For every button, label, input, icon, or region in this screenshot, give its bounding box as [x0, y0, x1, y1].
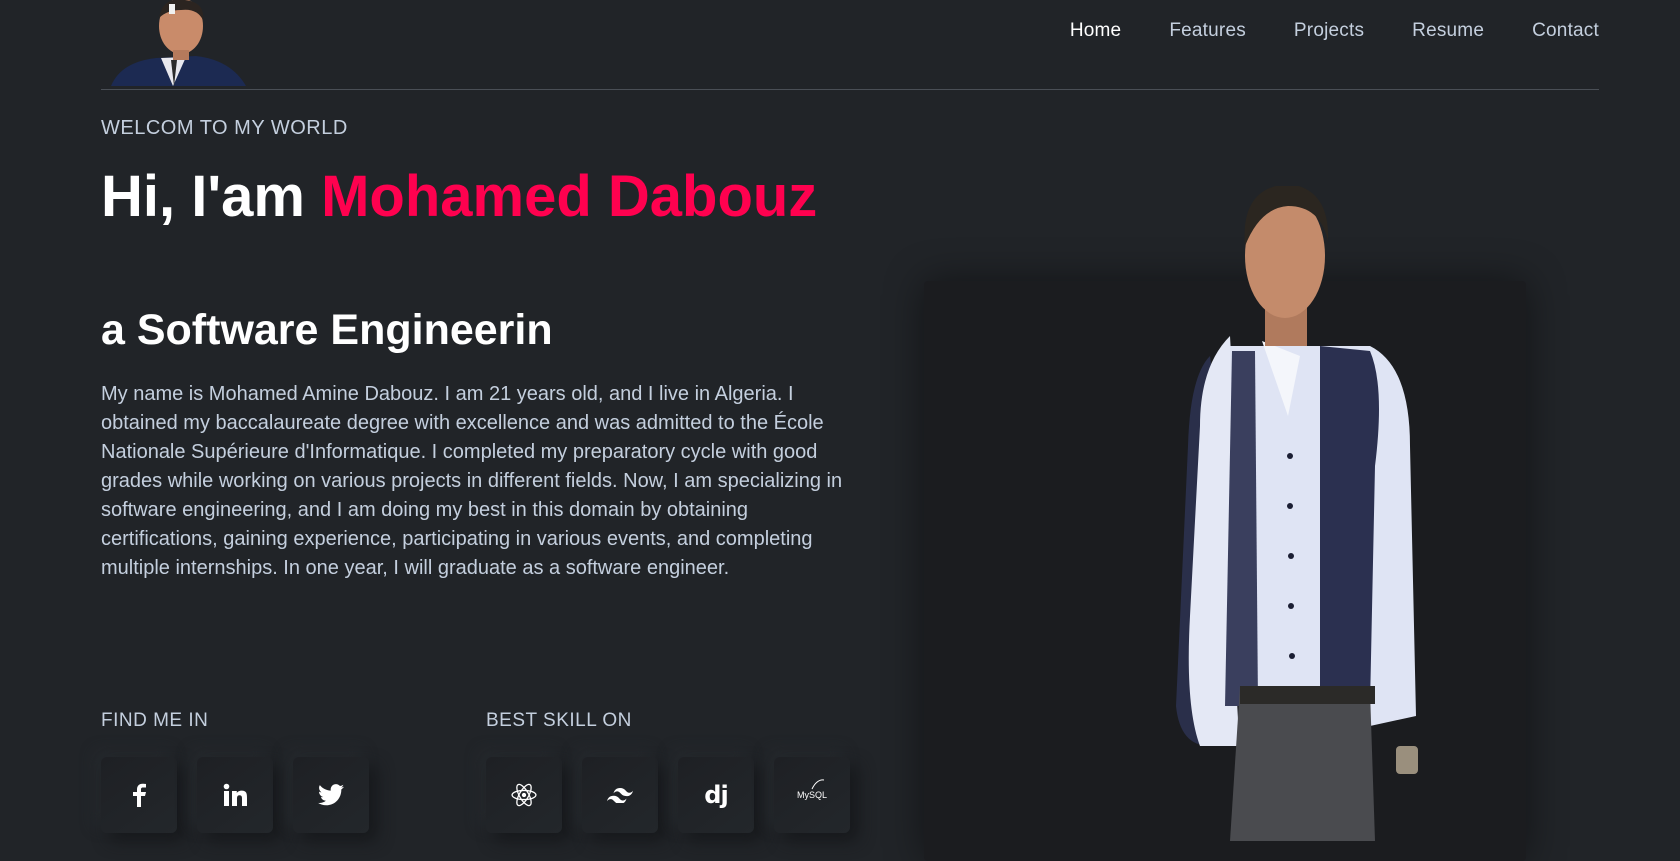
skills-list: dj MySQL — [486, 757, 850, 833]
facebook-icon — [131, 783, 147, 807]
main-nav: Home Features Projects Resume Contact — [1070, 20, 1599, 42]
linkedin-icon — [223, 783, 247, 807]
profile-avatar[interactable] — [101, 0, 251, 86]
hero-title: Hi, I'am Mohamed Dabouz — [101, 168, 821, 226]
twitter-button[interactable] — [293, 757, 369, 833]
mysql-skill[interactable]: MySQL — [774, 757, 850, 833]
find-me-label: FIND ME IN — [101, 710, 209, 731]
mysql-label: MySQL — [796, 790, 827, 800]
linkedin-button[interactable] — [197, 757, 273, 833]
best-skill-label: BEST SKILL ON — [486, 710, 632, 731]
django-skill[interactable]: dj — [678, 757, 754, 833]
nav-projects[interactable]: Projects — [1294, 20, 1364, 42]
mysql-icon: MySQL — [796, 779, 827, 800]
react-icon — [511, 782, 537, 808]
portrait-photo — [1176, 186, 1418, 841]
facebook-button[interactable] — [101, 757, 177, 833]
django-icon: dj — [704, 781, 728, 809]
twitter-icon — [318, 784, 344, 806]
social-links — [101, 757, 369, 833]
tailwind-icon — [607, 787, 633, 803]
site-header: Home Features Projects Resume Contact — [101, 0, 1599, 90]
hero-subtitle: a Software Engineerin — [101, 306, 553, 354]
nav-resume[interactable]: Resume — [1412, 20, 1484, 42]
hero-bio: My name is Mohamed Amine Dabouz. I am 21… — [101, 383, 843, 579]
hero-name: Mohamed Dabouz — [321, 164, 818, 229]
nav-features[interactable]: Features — [1169, 20, 1246, 42]
nav-contact[interactable]: Contact — [1532, 20, 1599, 42]
hero-greeting: Hi, I'am — [101, 164, 322, 229]
welcome-text: WELCOM TO MY WORLD — [101, 117, 348, 139]
tailwind-skill[interactable] — [582, 757, 658, 833]
react-skill[interactable] — [486, 757, 562, 833]
nav-home[interactable]: Home — [1070, 20, 1121, 42]
